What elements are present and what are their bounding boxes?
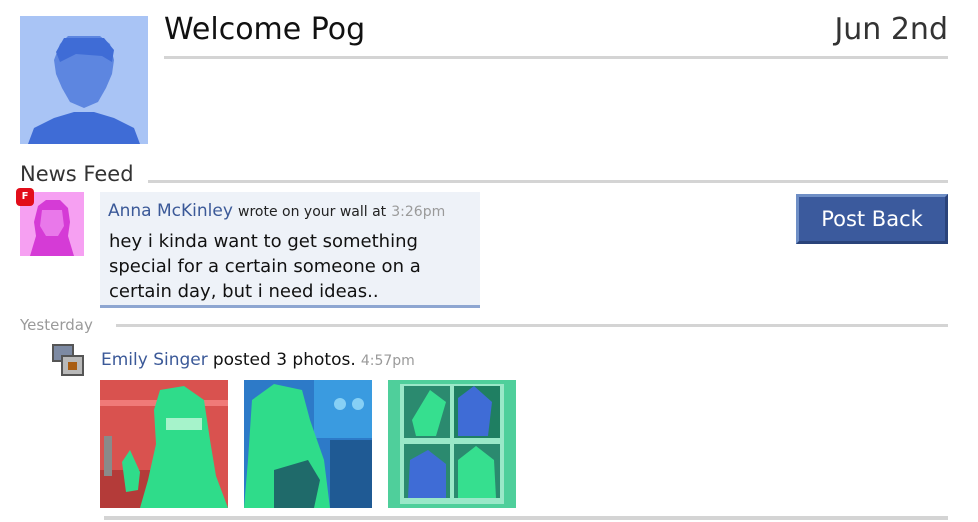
photo-thumbnail-2[interactable] xyxy=(244,380,372,508)
post-back-button[interactable]: Post Back xyxy=(796,194,948,244)
news-feed-title: News Feed xyxy=(20,162,134,186)
photo-post-header: Emily Singer posted 3 photos. 4:57pm xyxy=(101,350,415,370)
welcome-title: Welcome Pog xyxy=(164,12,366,47)
photos-stack-icon xyxy=(52,344,84,376)
feed-bottom-divider xyxy=(104,516,948,520)
header-divider xyxy=(164,56,948,59)
current-date: Jun 2nd xyxy=(834,12,948,47)
wall-post-time: 3:26pm xyxy=(391,204,446,220)
wall-post-message: hey i kinda want to get something specia… xyxy=(109,231,421,302)
wall-post-header: Anna McKinley wrote on your wall at 3:26… xyxy=(108,201,445,221)
photo-post-action: posted 3 photos. xyxy=(212,350,356,370)
profile-avatar[interactable] xyxy=(20,16,148,144)
wall-post-action: wrote on your wall at xyxy=(238,204,387,220)
photo-post-time: 4:57pm xyxy=(360,353,415,369)
yesterday-divider xyxy=(116,324,948,327)
photo-thumbnail-3[interactable] xyxy=(388,380,516,508)
notification-badge-icon: F xyxy=(16,188,34,206)
photo-thumbnail-1[interactable] xyxy=(100,380,228,508)
news-feed-divider xyxy=(148,180,948,183)
photo-post-author-link[interactable]: Emily Singer xyxy=(101,350,208,370)
wall-post-author-link[interactable]: Anna McKinley xyxy=(108,201,233,221)
yesterday-label: Yesterday xyxy=(20,316,93,334)
